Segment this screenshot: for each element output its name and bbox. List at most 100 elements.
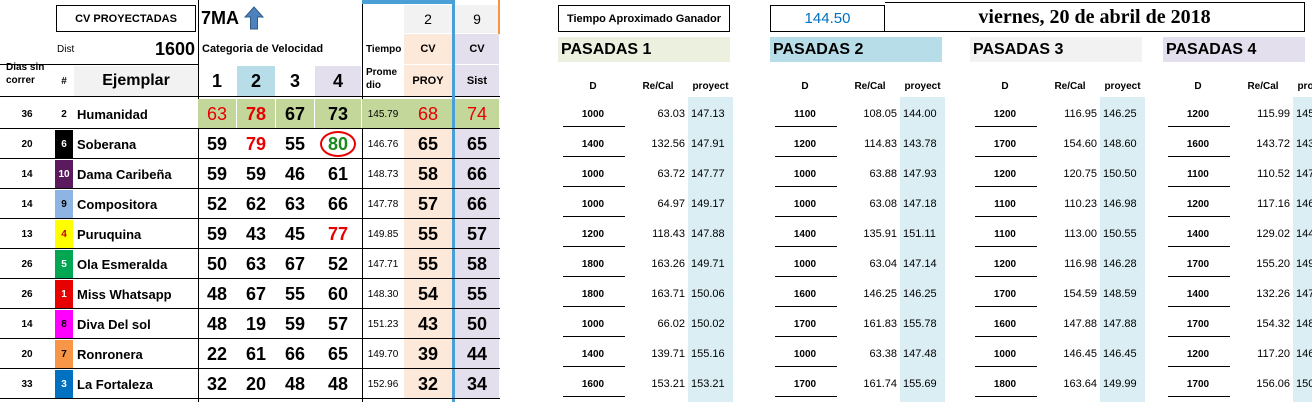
pasada-3-recal: 154.59: [1063, 288, 1097, 300]
distance-underline: [563, 216, 625, 217]
distance-underline: [975, 366, 1037, 367]
tiempo-label: Tiempo: [366, 43, 402, 55]
pasada-1-proyect: 147.91: [691, 138, 725, 150]
pasadas-4-col-recal: Re/Cal: [1247, 80, 1279, 92]
post-number-badge: 5: [55, 250, 73, 278]
pasada-2-distance: 1100: [794, 108, 816, 120]
distance-underline: [775, 216, 837, 217]
cat1-value: 52: [206, 193, 228, 214]
pasada-1-distance: 1800: [581, 288, 605, 300]
pasada-4-distance: 1100: [1187, 168, 1209, 180]
pasada-4-distance: 1400: [1186, 228, 1210, 240]
cat3-value: 67: [276, 99, 314, 129]
tiempo-value: 149.85: [367, 228, 399, 240]
pasada-1-proyect: 149.71: [691, 258, 725, 270]
cv-sist-value: 50: [455, 309, 499, 339]
tiempo-value: 149.70: [367, 348, 399, 360]
cat2-value: 19: [245, 313, 267, 334]
pasada-3-distance: 1100: [994, 228, 1016, 240]
pasada-2-proyect: 147.48: [903, 348, 937, 360]
sist-label: Sist: [455, 65, 499, 97]
cat2-value: 43: [245, 223, 267, 244]
pasadas-1-col-recal: Re/Cal: [642, 80, 674, 92]
distance-underline: [563, 186, 625, 187]
row-divider: [0, 398, 500, 399]
post-number-badge: 8: [55, 310, 73, 338]
cat4-value: 57: [327, 313, 349, 334]
cat1-value: 48: [206, 313, 228, 334]
pasada-1-proyect: 150.02: [691, 318, 725, 330]
cv-proy-value: 68: [404, 99, 452, 129]
pasadas-3-header: PASADAS 3: [970, 37, 1142, 62]
pasada-4-proyect: 143.72: [1296, 138, 1312, 150]
post-number-badge: 10: [55, 160, 73, 188]
cat2-value: 79: [245, 133, 267, 154]
pasadas-2-col-recal: Re/Cal: [854, 80, 886, 92]
categoria-label: Categoria de Velocidad: [202, 43, 324, 55]
dias-cell: 33: [21, 378, 33, 390]
cv-proy-value: 43: [404, 309, 452, 339]
pasada-3-distance: 1600: [993, 318, 1017, 330]
cat2-value: 59: [245, 163, 267, 184]
pasada-4-distance: 1200: [1186, 348, 1210, 360]
cat1-value: 22: [206, 343, 228, 364]
dias-cell: 26: [21, 258, 33, 270]
pasada-4-recal: 156.06: [1256, 378, 1290, 390]
blue-top-line: [362, 0, 452, 4]
pasada-4-recal: 117.20: [1257, 348, 1290, 360]
promedio-label: Prome dio: [366, 67, 398, 91]
distance-underline: [975, 396, 1037, 397]
distance-underline: [775, 126, 837, 127]
cv-sist-value: 66: [455, 189, 499, 219]
pasada-3-recal: 110.23: [1064, 198, 1097, 210]
distance-underline: [775, 156, 837, 157]
cat1-value: 59: [206, 163, 228, 184]
pasada-2-distance: 1000: [793, 168, 817, 180]
cv-b-label: CV: [455, 34, 499, 64]
distance-underline: [975, 156, 1037, 157]
pasada-1-recal: 132.56: [651, 138, 685, 150]
pasada-1-distance: 1800: [581, 258, 605, 270]
pasada-1-recal: 163.71: [651, 288, 685, 300]
distance-underline: [563, 366, 625, 367]
cat2-value: 67: [245, 283, 267, 304]
pasada-1-proyect: 153.21: [691, 378, 725, 390]
dist-label: Dist: [57, 43, 75, 55]
pasada-1-proyect: 149.17: [691, 198, 725, 210]
cat4-value: 48: [327, 373, 349, 394]
pasada-3-recal: 146.45: [1063, 348, 1097, 360]
pasada-1-distance: 1400: [581, 138, 605, 150]
distance-underline: [975, 306, 1037, 307]
dias-cell: 14: [21, 168, 33, 180]
horse-name: Soberana: [77, 136, 137, 152]
distance-underline: [1168, 216, 1230, 217]
pasada-1-distance: 1200: [581, 228, 605, 240]
cat1-value: 32: [206, 373, 228, 394]
cat2-value: 20: [245, 373, 267, 394]
pasada-3-distance: 1200: [993, 168, 1017, 180]
pasada-2-distance: 1700: [793, 318, 817, 330]
distance-underline: [1168, 336, 1230, 337]
pasada-4-proyect: 146.55: [1296, 348, 1312, 360]
pasada-3-proyect: 147.88: [1103, 318, 1137, 330]
cat3-value: 67: [284, 253, 306, 274]
distance-underline: [1168, 186, 1230, 187]
pasada-2-distance: 1000: [793, 348, 817, 360]
hash-label: #: [61, 75, 67, 87]
distance-underline: [563, 156, 625, 157]
fecha-label: viernes, 20 de abril de 2018: [885, 2, 1305, 32]
post-number-badge: 9: [55, 190, 73, 218]
pasada-1-distance: 1000: [581, 168, 605, 180]
pasada-2-recal: 63.04: [869, 258, 897, 270]
pasada-3-proyect: 148.60: [1103, 138, 1137, 150]
pasada-1-recal: 153.21: [651, 378, 685, 390]
pasadas-3-col-recal: Re/Cal: [1054, 80, 1086, 92]
cv-proy-value: 54: [404, 279, 452, 309]
pasada-2-proyect: 155.69: [903, 378, 937, 390]
cat3-value: 45: [284, 223, 306, 244]
pasada-4-distance: 1200: [1186, 108, 1210, 120]
tiempo-value: 147.71: [367, 258, 399, 270]
cv-proy-value: 55: [404, 249, 452, 279]
distance-underline: [775, 186, 837, 187]
pasada-1-proyect: 155.16: [691, 348, 725, 360]
